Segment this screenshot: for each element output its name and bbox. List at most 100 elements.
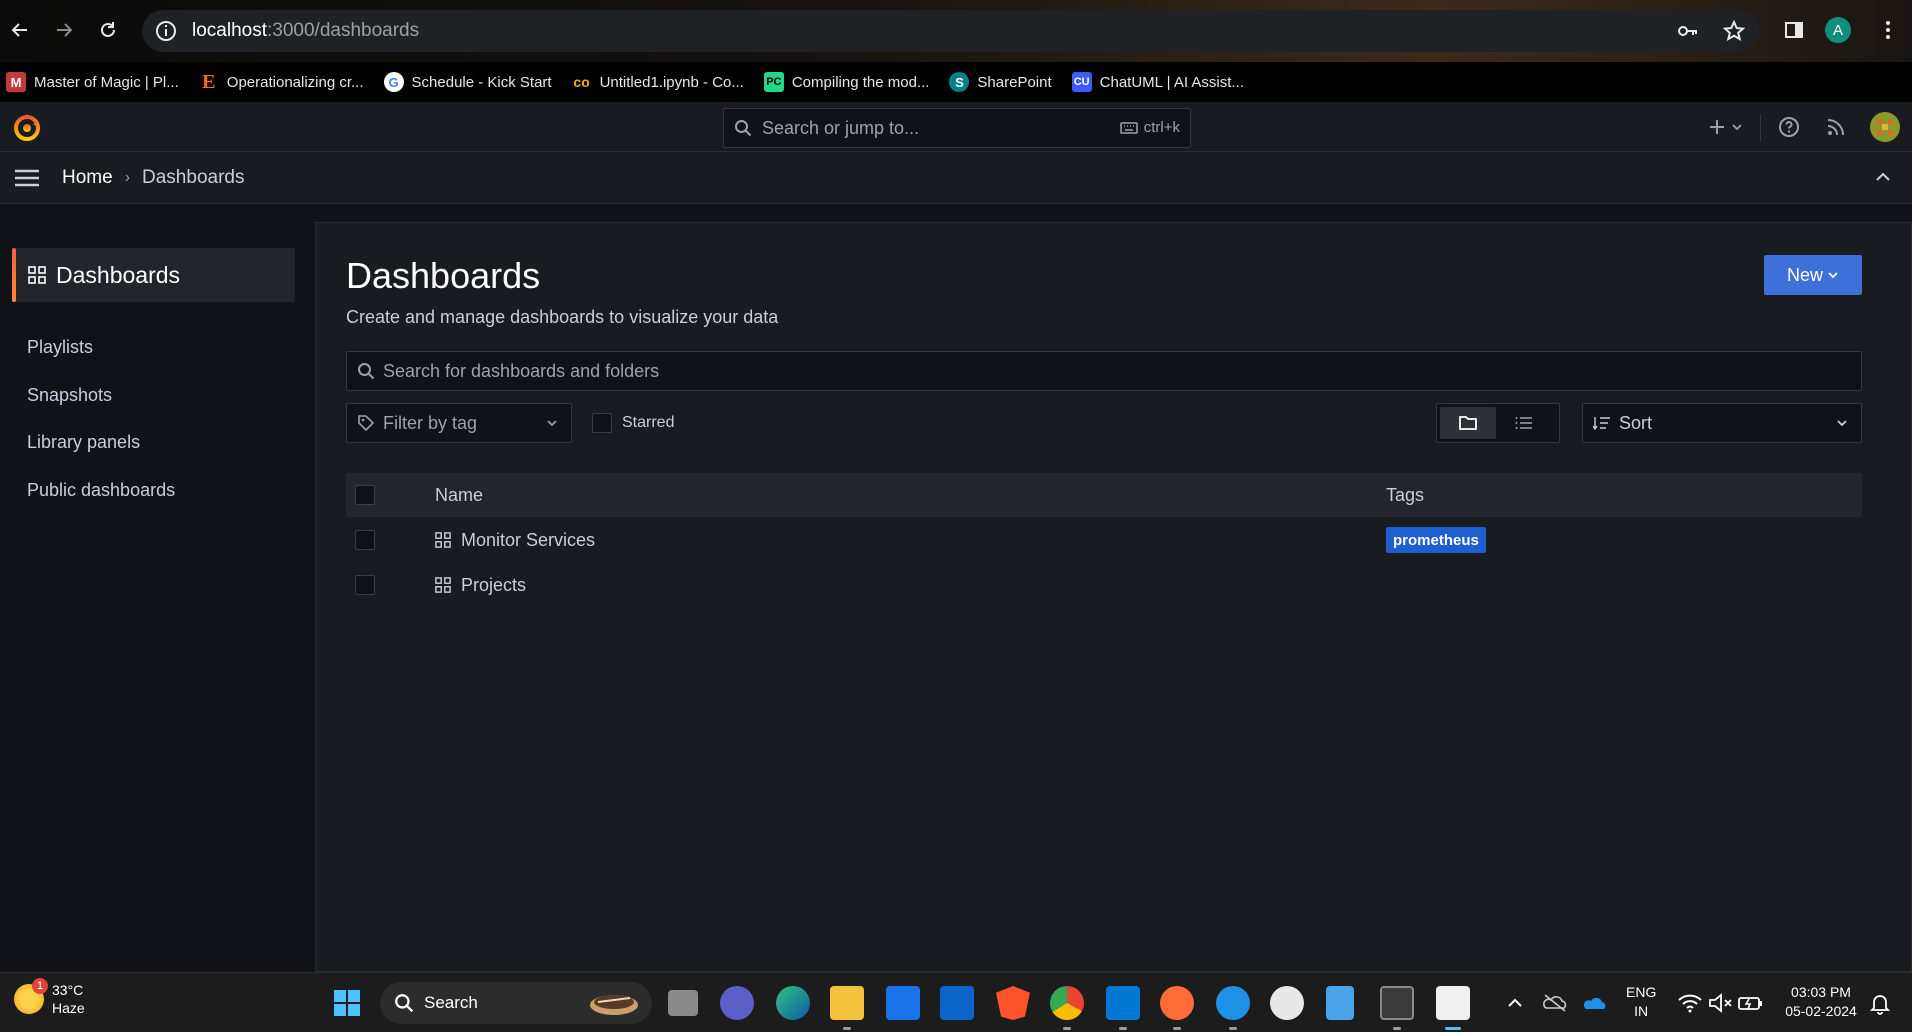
snipping-tool-icon[interactable] bbox=[1436, 986, 1470, 1020]
mail-icon[interactable] bbox=[886, 986, 920, 1020]
chrome-icon[interactable] bbox=[1050, 986, 1084, 1020]
bookmark-item[interactable]: G Schedule - Kick Start bbox=[383, 72, 552, 92]
vscode-icon[interactable] bbox=[1106, 986, 1140, 1020]
breadcrumb: Home › Dashboards bbox=[62, 167, 244, 189]
avatar: A bbox=[1825, 17, 1851, 43]
side-panel-icon[interactable] bbox=[1776, 12, 1812, 48]
taskbar: 1 33°C Haze Search ENG IN 03:03 PM 05-02… bbox=[0, 972, 1912, 1032]
grafana-topbar: Search or jump to... ctrl+k bbox=[0, 102, 1912, 152]
bookmark-item[interactable]: S SharePoint bbox=[949, 72, 1052, 92]
sidebar: Dashboards Playlists Snapshots Library p… bbox=[0, 204, 314, 972]
folder-view-button[interactable] bbox=[1440, 407, 1496, 439]
forward-button[interactable] bbox=[46, 12, 82, 48]
sidebar-item-public-dashboards[interactable]: Public dashboards bbox=[27, 480, 175, 501]
column-tags: Tags bbox=[1386, 484, 1425, 505]
weather-widget[interactable]: 1 33°C Haze bbox=[14, 978, 85, 1017]
breadcrumb-bar: Home › Dashboards bbox=[0, 152, 1912, 204]
windows-start-icon[interactable] bbox=[330, 986, 364, 1020]
tag-badge[interactable]: prometheus bbox=[1386, 527, 1486, 553]
starred-checkbox[interactable] bbox=[592, 413, 612, 433]
list-view-button[interactable] bbox=[1496, 407, 1552, 439]
list-icon bbox=[1515, 416, 1533, 430]
select-all-checkbox[interactable] bbox=[355, 485, 375, 505]
breadcrumb-home[interactable]: Home bbox=[62, 167, 113, 189]
news-feed-icon[interactable] bbox=[1823, 114, 1849, 140]
language-indicator[interactable]: ENG IN bbox=[1626, 983, 1656, 1021]
site-info-icon[interactable] bbox=[154, 19, 178, 43]
bookmark-item[interactable]: M Master of Magic | Pl... bbox=[6, 72, 179, 92]
notification-badge: 1 bbox=[32, 978, 48, 994]
weather-temp: 33°C bbox=[52, 982, 84, 998]
reload-button[interactable] bbox=[90, 12, 126, 48]
bookmark-item[interactable]: co Untitled1.ipynb - Co... bbox=[572, 72, 743, 92]
chevron-down-icon bbox=[1835, 416, 1849, 430]
row-checkbox[interactable] bbox=[355, 530, 375, 550]
new-button-label: New bbox=[1786, 264, 1823, 285]
sidebar-item-playlists[interactable]: Playlists bbox=[27, 337, 93, 358]
grafana-logo-icon[interactable] bbox=[12, 112, 42, 142]
task-view-icon[interactable] bbox=[668, 990, 698, 1016]
page-title: Dashboards bbox=[346, 255, 541, 296]
folder-icon bbox=[1458, 414, 1478, 432]
notification-bell-icon[interactable] bbox=[1866, 989, 1894, 1017]
tag-filter-select[interactable]: Filter by tag bbox=[346, 403, 572, 443]
weather-desc: Haze bbox=[52, 1000, 85, 1016]
notepad-icon[interactable] bbox=[1326, 986, 1354, 1020]
shortcut-hint: ctrl+k bbox=[1143, 119, 1180, 136]
apps-grid-icon bbox=[435, 532, 451, 548]
brave-icon[interactable] bbox=[996, 986, 1030, 1020]
browser-toolbar: localhost:3000/dashboards A bbox=[0, 0, 1912, 62]
teams-chat-icon[interactable] bbox=[720, 986, 754, 1020]
bookmark-star-icon[interactable] bbox=[1722, 19, 1746, 43]
chevron-up-icon[interactable] bbox=[1500, 988, 1530, 1018]
wifi-icon[interactable] bbox=[1676, 989, 1704, 1017]
breadcrumb-current: Dashboards bbox=[142, 167, 245, 188]
add-menu-button[interactable] bbox=[1702, 114, 1752, 140]
sidebar-item-label: Dashboards bbox=[56, 261, 181, 288]
search-input[interactable]: Search or jump to... ctrl+k bbox=[723, 108, 1191, 148]
sidebar-item-library-panels[interactable]: Library panels bbox=[27, 432, 140, 453]
github-desktop-icon[interactable] bbox=[1270, 986, 1304, 1020]
menu-icon[interactable] bbox=[14, 168, 40, 188]
password-key-icon[interactable] bbox=[1676, 19, 1700, 43]
file-explorer-icon[interactable] bbox=[830, 986, 864, 1020]
chatuml-icon: CU bbox=[1071, 72, 1092, 92]
mom-icon: M bbox=[6, 72, 26, 92]
help-icon[interactable] bbox=[1776, 114, 1802, 140]
battery-icon[interactable] bbox=[1736, 989, 1764, 1017]
colab-icon: co bbox=[573, 74, 590, 90]
postman-icon[interactable] bbox=[1160, 986, 1194, 1020]
edge-icon[interactable] bbox=[776, 986, 810, 1020]
dashboard-link[interactable]: Projects bbox=[435, 575, 526, 596]
taskbar-search[interactable]: Search bbox=[380, 982, 652, 1024]
row-checkbox[interactable] bbox=[355, 575, 375, 595]
onedrive-offline-icon[interactable] bbox=[1540, 988, 1570, 1018]
clock[interactable]: 03:03 PM 05-02-2024 bbox=[1776, 983, 1866, 1021]
browser-menu-icon[interactable] bbox=[1870, 12, 1906, 48]
page-subtitle: Create and manage dashboards to visualiz… bbox=[346, 307, 779, 327]
chevron-down-icon bbox=[545, 416, 559, 430]
search-icon bbox=[734, 119, 752, 137]
store-icon[interactable] bbox=[940, 986, 974, 1020]
sort-select[interactable]: Sort bbox=[1582, 403, 1862, 443]
bookmark-item[interactable]: PC Compiling the mod... bbox=[763, 72, 929, 92]
dashboard-search-input[interactable]: Search for dashboards and folders bbox=[346, 351, 1862, 391]
volume-muted-icon[interactable] bbox=[1706, 989, 1734, 1017]
docker-icon[interactable] bbox=[1216, 986, 1250, 1020]
bookmark-item[interactable]: E Operationalizing cr... bbox=[199, 71, 363, 93]
dashboard-link[interactable]: Monitor Services bbox=[435, 530, 595, 551]
address-bar[interactable]: localhost:3000/dashboards bbox=[142, 10, 1760, 52]
url-path: :3000/dashboards bbox=[267, 20, 420, 41]
onedrive-icon[interactable] bbox=[1580, 988, 1610, 1018]
search-highlight-icon bbox=[586, 988, 642, 1018]
profile-button[interactable]: A bbox=[1820, 12, 1856, 48]
sidebar-item-snapshots[interactable]: Snapshots bbox=[27, 385, 112, 406]
sidebar-item-dashboards[interactable]: Dashboards bbox=[12, 248, 295, 302]
starred-filter[interactable]: Starred bbox=[592, 413, 674, 433]
user-avatar[interactable] bbox=[1870, 112, 1900, 142]
chevron-up-icon[interactable] bbox=[1874, 168, 1892, 186]
bookmark-item[interactable]: CU ChatUML | AI Assist... bbox=[1071, 72, 1244, 92]
back-button[interactable] bbox=[2, 12, 38, 48]
terminal-icon[interactable] bbox=[1380, 986, 1414, 1020]
new-button[interactable]: New bbox=[1764, 255, 1862, 295]
